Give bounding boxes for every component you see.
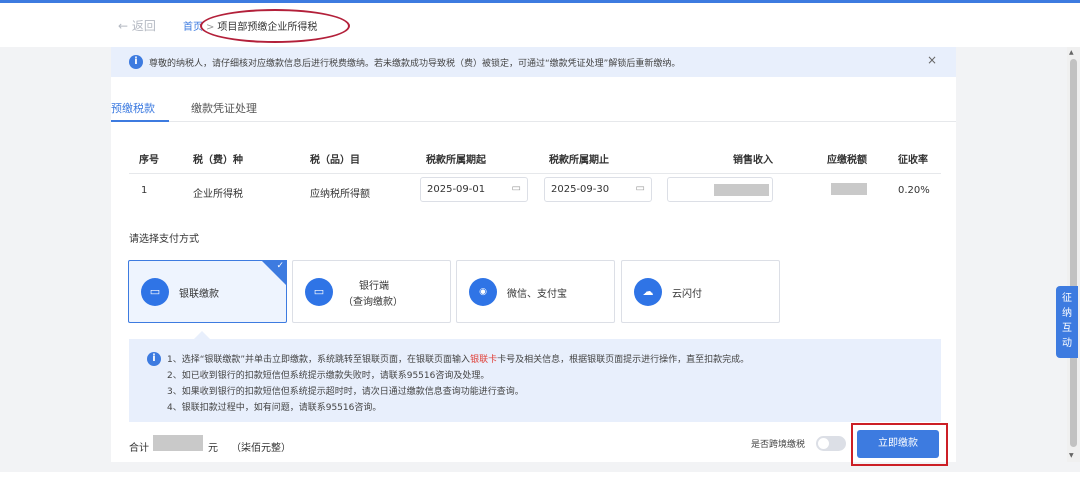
- col-header-tax-item: 税（品）目: [310, 155, 360, 166]
- payment-guide: i 1、选择“银联缴款”并单击立即缴款，系统跳转至银联页面，在银联页面输入银联卡…: [129, 339, 941, 422]
- redacted-value: [714, 184, 769, 196]
- info-icon: i: [129, 55, 143, 69]
- calendar-icon[interactable]: ▭: [512, 183, 521, 194]
- payment-option-label: 银联缴款: [179, 289, 219, 300]
- payment-option-label: 微信、支付宝: [507, 289, 567, 300]
- redacted-total: [153, 435, 203, 451]
- total-in-words: （柒佰元整）: [231, 443, 291, 454]
- col-header-period-end: 税款所属期止: [549, 155, 609, 166]
- unionpay-card-highlight: 银联卡: [470, 355, 498, 365]
- wechat-alipay-icon: ◉: [469, 278, 497, 306]
- sales-revenue-input[interactable]: [667, 177, 773, 202]
- payment-option-label: 云闪付: [672, 289, 702, 300]
- total-unit: 元: [208, 443, 218, 454]
- unionpay-card-icon: ▭: [141, 278, 169, 306]
- payment-option-bank[interactable]: ▭ 银行端 （查询缴款）: [292, 260, 451, 323]
- notice-text: 尊敬的纳税人，请仔细核对应缴款信息后进行税费缴纳。若未缴款成功导致税（费）被锁定…: [149, 59, 681, 69]
- col-header-index: 序号: [139, 155, 159, 166]
- cross-border-toggle[interactable]: [816, 436, 846, 451]
- calendar-icon[interactable]: ▭: [636, 183, 645, 194]
- scroll-thumb[interactable]: [1070, 59, 1077, 447]
- scroll-up-icon[interactable]: ▲: [1069, 49, 1074, 56]
- period-end-input[interactable]: 2025-09-30 ▭: [544, 177, 652, 202]
- guide-line-4: 4、银联扣款过程中，如有问题，请联系95516咨询。: [167, 403, 382, 413]
- cell-index: 1: [141, 185, 148, 196]
- payment-option-label: 银行端: [359, 281, 389, 292]
- period-start-value: 2025-09-01: [427, 184, 486, 195]
- col-header-sales-revenue: 销售收入: [733, 155, 773, 166]
- col-header-levy-rate: 征收率: [898, 155, 928, 166]
- tab-bar: 预缴税款 缴款凭证处理: [111, 92, 956, 122]
- col-header-period-start: 税款所属期起: [426, 155, 486, 166]
- check-icon: ✓: [276, 261, 284, 271]
- scrollbar[interactable]: ▲ ▼: [1067, 47, 1080, 462]
- period-end-value: 2025-09-30: [551, 184, 610, 195]
- interaction-side-tab[interactable]: 征 纳 互 动: [1056, 286, 1078, 358]
- close-icon[interactable]: ×: [927, 53, 937, 67]
- cloud-quickpass-icon: ☁: [634, 278, 662, 306]
- cell-levy-rate: 0.20%: [898, 185, 930, 196]
- back-link[interactable]: ← 返回: [118, 17, 156, 34]
- bank-icon: ▭: [305, 278, 333, 306]
- notice-banner: i 尊敬的纳税人，请仔细核对应缴款信息后进行税费缴纳。若未缴款成功导致税（费）被…: [111, 47, 956, 77]
- info-icon: i: [147, 352, 161, 366]
- payment-option-quickpass[interactable]: ☁ 云闪付: [621, 260, 780, 323]
- guide-line-1: 1、选择“银联缴款”并单击立即缴款，系统跳转至银联页面，在银联页面输入银联卡卡号…: [167, 355, 750, 365]
- guide-line-3: 3、如果收到银行的扣款短信但系统提示超时时，请次日通过缴款信息查询功能进行查询。: [167, 387, 524, 397]
- bottom-strip: [0, 472, 1080, 485]
- main-card: i 尊敬的纳税人，请仔细核对应缴款信息后进行税费缴纳。若未缴款成功导致税（费）被…: [111, 47, 956, 466]
- cross-border-label: 是否跨境缴税: [751, 440, 806, 450]
- col-header-tax-payable: 应缴税额: [827, 155, 867, 166]
- col-header-tax-type: 税（费）种: [193, 155, 243, 166]
- active-tab-indicator: [111, 120, 169, 122]
- redacted-tax-payable: [831, 183, 867, 195]
- tab-payment-voucher[interactable]: 缴款凭证处理: [191, 100, 257, 116]
- tab-prepaid-tax[interactable]: 预缴税款: [111, 100, 155, 116]
- toggle-knob: [818, 438, 829, 449]
- guide-line-2: 2、如已收到银行的扣款短信但系统提示缴款失败时，请联系95516咨询及处理。: [167, 371, 490, 381]
- total-label: 合计: [129, 443, 149, 454]
- payment-method-title: 请选择支付方式: [129, 234, 199, 245]
- cell-tax-item: 应纳税所得额: [310, 189, 370, 200]
- pay-now-button[interactable]: 立即缴款: [857, 430, 939, 458]
- period-start-input[interactable]: 2025-09-01 ▭: [420, 177, 528, 202]
- header-bar: ← 返回 首页 > 项目部预缴企业所得税: [0, 3, 1080, 47]
- cell-tax-type: 企业所得税: [193, 189, 243, 200]
- annotation-ellipse: [200, 9, 350, 43]
- payment-option-wechat-alipay[interactable]: ◉ 微信、支付宝: [456, 260, 615, 323]
- payment-option-unionpay[interactable]: ▭ 银联缴款 ✓: [128, 260, 287, 323]
- payment-option-sublabel: （查询缴款）: [343, 297, 403, 308]
- scroll-down-icon[interactable]: ▼: [1069, 452, 1074, 459]
- table-divider: [129, 173, 941, 174]
